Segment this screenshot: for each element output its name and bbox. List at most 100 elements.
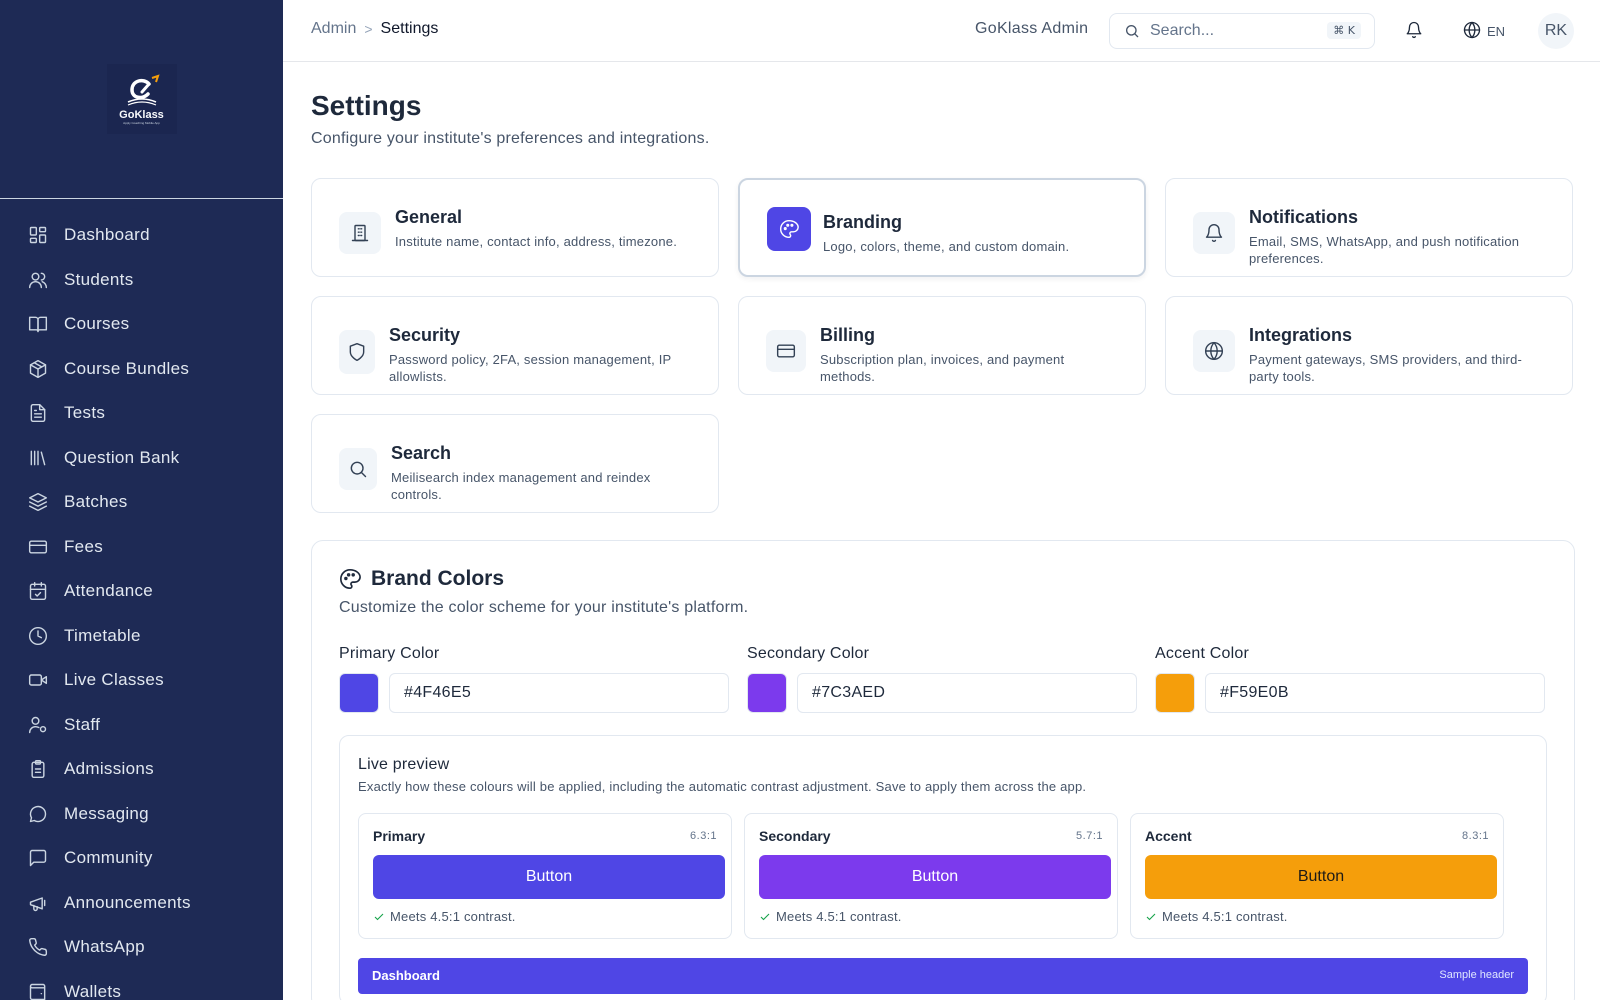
sample-header-title: Dashboard (372, 968, 440, 983)
search-placeholder: Search... (1150, 22, 1215, 39)
breadcrumb-current: Settings (380, 20, 439, 37)
sidebar-nav: Dashboard Students Courses Course Bundle… (0, 199, 283, 1000)
accent-color-swatch[interactable] (1155, 673, 1195, 713)
sidebar-item-label: WhatsApp (64, 937, 145, 957)
sidebar-item-question-bank[interactable]: Question Bank (0, 436, 283, 481)
card-title: Search (391, 443, 452, 463)
bell-icon (1406, 21, 1422, 39)
card-description: Payment gateways, SMS providers, and thi… (1249, 352, 1523, 384)
palette-icon (767, 207, 811, 251)
check-icon (1146, 913, 1156, 920)
sidebar-item-fees[interactable]: Fees (0, 525, 283, 570)
globe-icon (1463, 21, 1481, 42)
institute-name: GoKlass Admin (975, 20, 1089, 37)
sidebar-item-courses[interactable]: Courses (0, 302, 283, 347)
card-description: Email, SMS, WhatsApp, and push notificat… (1249, 234, 1520, 266)
preview-primary-button[interactable]: Button (373, 855, 725, 899)
check-icon (760, 913, 770, 920)
sidebar-item-label: Live Classes (64, 670, 164, 690)
sidebar-item-label: Students (64, 269, 134, 289)
contrast-status: Meets 4.5:1 contrast. (1145, 909, 1288, 924)
sidebar-item-attendance[interactable]: Attendance (0, 569, 283, 614)
settings-card-general[interactable]: General Institute name, contact info, ad… (311, 178, 719, 277)
package-icon (28, 359, 48, 379)
sidebar-item-students[interactable]: Students (0, 258, 283, 303)
notifications-button[interactable] (1405, 21, 1423, 39)
breadcrumb: Admin > Settings (311, 20, 438, 38)
preview-card-name: Primary (373, 828, 426, 844)
preview-subtitle: Exactly how these colours will be applie… (358, 779, 1087, 794)
preview-accent-button[interactable]: Button (1145, 855, 1497, 899)
sidebar-item-live-classes[interactable]: Live Classes (0, 658, 283, 703)
sidebar-item-whatsapp[interactable]: WhatsApp (0, 925, 283, 970)
contrast-ratio: 6.3:1 (690, 830, 717, 842)
section-subtitle: Customize the color scheme for your inst… (339, 599, 749, 616)
sidebar-item-admissions[interactable]: Admissions (0, 747, 283, 792)
globe-icon (1193, 330, 1235, 372)
sidebar-item-label: Staff (64, 714, 101, 734)
field-label: Secondary Color (747, 645, 870, 662)
sidebar-item-community[interactable]: Community (0, 836, 283, 881)
credit-card-icon (766, 330, 806, 372)
card-description: Meilisearch index management and reindex… (391, 470, 651, 502)
secondary-color-swatch[interactable] (747, 673, 787, 713)
contrast-ratio: 5.7:1 (1076, 830, 1103, 842)
sidebar-item-course-bundles[interactable]: Course Bundles (0, 347, 283, 392)
dashboard-icon (28, 225, 48, 245)
live-preview: Live preview Exactly how these colours w… (339, 735, 1547, 1000)
breadcrumb-admin[interactable]: Admin (311, 20, 356, 38)
logo[interactable]: GoKlass Apply Coaching Mobile App (106, 64, 177, 134)
message-circle-icon (28, 804, 48, 824)
contrast-status-text: Meets 4.5:1 contrast. (390, 909, 516, 924)
settings-card-branding[interactable]: Branding Logo, colors, theme, and custom… (738, 178, 1146, 277)
card-title: Billing (820, 325, 875, 345)
primary-color-input[interactable]: #4F46E5 (389, 673, 729, 713)
contrast-status-text: Meets 4.5:1 contrast. (1162, 909, 1288, 924)
settings-card-security[interactable]: Security Password policy, 2FA, session m… (311, 296, 719, 395)
language-label: EN (1487, 24, 1506, 39)
sidebar-item-label: Wallets (64, 981, 122, 1000)
sidebar-item-label: Admissions (64, 759, 154, 779)
search-icon (1126, 25, 1139, 38)
sidebar-item-dashboard[interactable]: Dashboard (0, 213, 283, 258)
page-subtitle: Configure your institute's preferences a… (311, 130, 710, 147)
sidebar-item-label: Announcements (64, 892, 191, 912)
search-input[interactable]: Search... ⌘ K (1109, 13, 1375, 49)
card-title: Notifications (1249, 207, 1359, 227)
accent-color-input[interactable]: #F59E0B (1205, 673, 1545, 713)
avatar[interactable]: RK (1538, 13, 1574, 49)
sidebar-item-timetable[interactable]: Timetable (0, 614, 283, 659)
primary-color-swatch[interactable] (339, 673, 379, 713)
sidebar-item-label: Attendance (64, 581, 154, 601)
card-title: Security (389, 325, 461, 345)
contrast-status: Meets 4.5:1 contrast. (759, 909, 902, 924)
page-title: Settings (311, 90, 422, 121)
language-switcher[interactable]: EN (1463, 21, 1505, 42)
preview-title: Live preview (358, 756, 450, 773)
sidebar-item-announcements[interactable]: Announcements (0, 881, 283, 926)
user-cog-icon (28, 715, 48, 735)
card-description: Logo, colors, theme, and custom domain. (823, 239, 1070, 254)
sidebar-item-messaging[interactable]: Messaging (0, 792, 283, 837)
sidebar-item-tests[interactable]: Tests (0, 391, 283, 436)
file-text-icon (28, 403, 48, 423)
preview-secondary-button[interactable]: Button (759, 855, 1111, 899)
sidebar-item-staff[interactable]: Staff (0, 703, 283, 748)
sidebar-item-label: Question Bank (64, 447, 180, 467)
settings-card-billing[interactable]: Billing Subscription plan, invoices, and… (738, 296, 1146, 395)
settings-card-search[interactable]: Search Meilisearch index management and … (311, 414, 719, 513)
secondary-color-field: Secondary Color #7C3AED (747, 645, 1137, 713)
book-open-icon (28, 314, 48, 334)
secondary-color-input[interactable]: #7C3AED (797, 673, 1137, 713)
sidebar-item-batches[interactable]: Batches (0, 480, 283, 525)
check-icon (374, 913, 384, 920)
settings-card-notifications[interactable]: Notifications Email, SMS, WhatsApp, and … (1165, 178, 1573, 277)
card-description: Subscription plan, invoices, and payment… (820, 352, 1065, 384)
primary-color-field: Primary Color #4F46E5 (339, 645, 729, 713)
settings-card-integrations[interactable]: Integrations Payment gateways, SMS provi… (1165, 296, 1573, 395)
sidebar-item-label: Batches (64, 492, 128, 512)
sidebar-item-wallets[interactable]: Wallets (0, 970, 283, 1000)
contrast-status: Meets 4.5:1 contrast. (373, 909, 516, 924)
search-icon (339, 448, 377, 490)
brand-area: GoKlass Apply Coaching Mobile App (0, 0, 283, 199)
